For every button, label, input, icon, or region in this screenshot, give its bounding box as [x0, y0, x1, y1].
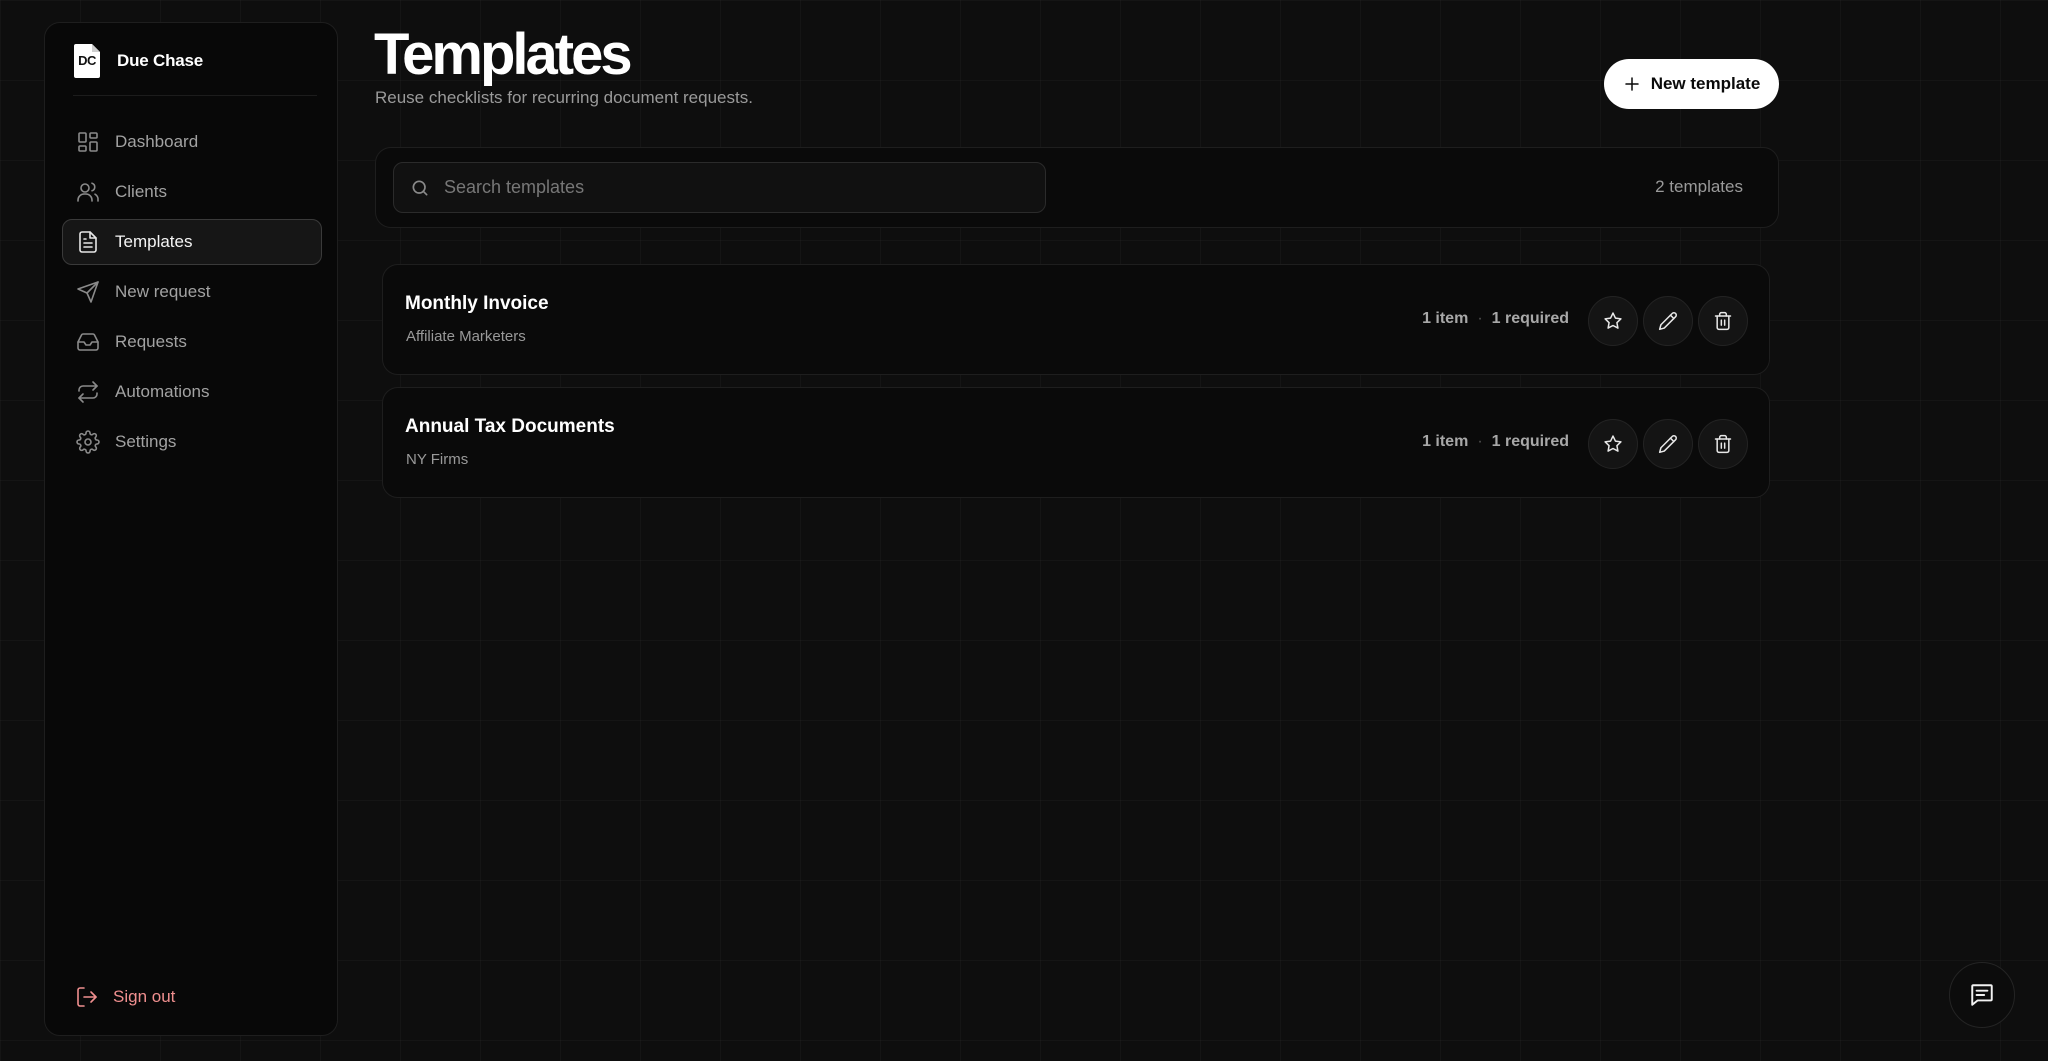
sidebar-item-label: Settings	[115, 432, 177, 451]
sign-out-label: Sign out	[113, 987, 176, 1006]
sidebar-item-settings[interactable]: Settings	[62, 419, 322, 465]
repeat-icon	[76, 380, 100, 404]
sidebar-item-label: Dashboard	[115, 132, 199, 151]
template-meta: 1 item · 1 required	[1422, 310, 1569, 328]
separator-dot: ·	[1477, 433, 1483, 450]
sign-out-button[interactable]: Sign out	[75, 985, 175, 1009]
pencil-icon	[1658, 311, 1678, 331]
delete-button[interactable]	[1698, 419, 1748, 469]
chat-icon	[1969, 982, 1995, 1008]
brand[interactable]: DC Due Chase	[73, 41, 203, 81]
new-template-label: New template	[1650, 74, 1761, 93]
trash-icon	[1713, 434, 1733, 454]
template-meta: 1 item · 1 required	[1422, 433, 1569, 451]
page-subtitle: Reuse checklists for recurring document …	[375, 88, 753, 107]
edit-button[interactable]	[1643, 296, 1693, 346]
required-count: 1 required	[1491, 433, 1569, 450]
star-icon	[1603, 311, 1623, 331]
template-card[interactable]: Annual Tax Documents NY Firms 1 item · 1…	[382, 387, 1770, 498]
search-panel: 2 templates	[375, 147, 1779, 228]
sidebar-item-templates[interactable]: Templates	[62, 219, 322, 265]
logo-text: DC	[78, 53, 96, 68]
pencil-icon	[1658, 434, 1678, 454]
template-actions	[1588, 419, 1748, 469]
sidebar-item-label: Clients	[115, 182, 167, 201]
star-icon	[1603, 434, 1623, 454]
sidebar: DC Due Chase Dashboard Clients Templates	[44, 22, 338, 1036]
edit-button[interactable]	[1643, 419, 1693, 469]
dashboard-icon	[76, 130, 100, 154]
search-icon	[410, 178, 430, 198]
chat-button[interactable]	[1949, 962, 2015, 1028]
separator-dot: ·	[1477, 310, 1483, 327]
app-name: Due Chase	[117, 51, 204, 70]
log-out-icon	[75, 985, 99, 1009]
sidebar-item-label: Requests	[115, 332, 187, 351]
template-title: Annual Tax Documents	[405, 416, 615, 437]
sidebar-item-clients[interactable]: Clients	[62, 169, 322, 215]
search-box[interactable]	[393, 162, 1046, 213]
sidebar-item-label: New request	[115, 282, 211, 301]
sidebar-item-label: Automations	[115, 382, 210, 401]
logo: DC	[73, 43, 101, 79]
template-actions	[1588, 296, 1748, 346]
file-text-icon	[76, 230, 100, 254]
users-icon	[76, 180, 100, 204]
template-subtitle: Affiliate Marketers	[406, 328, 526, 345]
page-title: Templates	[374, 22, 633, 87]
item-count: 1 item	[1422, 433, 1469, 450]
sidebar-item-requests[interactable]: Requests	[62, 319, 322, 365]
sidebar-nav: Dashboard Clients Templates New request …	[62, 119, 322, 469]
trash-icon	[1713, 311, 1733, 331]
template-title: Monthly Invoice	[405, 293, 549, 314]
favorite-button[interactable]	[1588, 419, 1638, 469]
delete-button[interactable]	[1698, 296, 1748, 346]
template-subtitle: NY Firms	[406, 451, 469, 468]
template-count: 2 templates	[1655, 177, 1743, 196]
inbox-icon	[76, 330, 100, 354]
search-input[interactable]	[444, 177, 1004, 198]
template-card[interactable]: Monthly Invoice Affiliate Marketers 1 it…	[382, 264, 1770, 375]
sidebar-item-new-request[interactable]: New request	[62, 269, 322, 315]
gear-icon	[76, 430, 100, 454]
required-count: 1 required	[1491, 310, 1569, 327]
item-count: 1 item	[1422, 310, 1469, 327]
sidebar-item-dashboard[interactable]: Dashboard	[62, 119, 322, 165]
send-icon	[76, 280, 100, 304]
sidebar-item-label: Templates	[115, 232, 193, 251]
new-template-button[interactable]: New template	[1604, 59, 1779, 109]
plus-icon	[1623, 75, 1641, 93]
divider	[73, 95, 317, 96]
favorite-button[interactable]	[1588, 296, 1638, 346]
sidebar-item-automations[interactable]: Automations	[62, 369, 322, 415]
